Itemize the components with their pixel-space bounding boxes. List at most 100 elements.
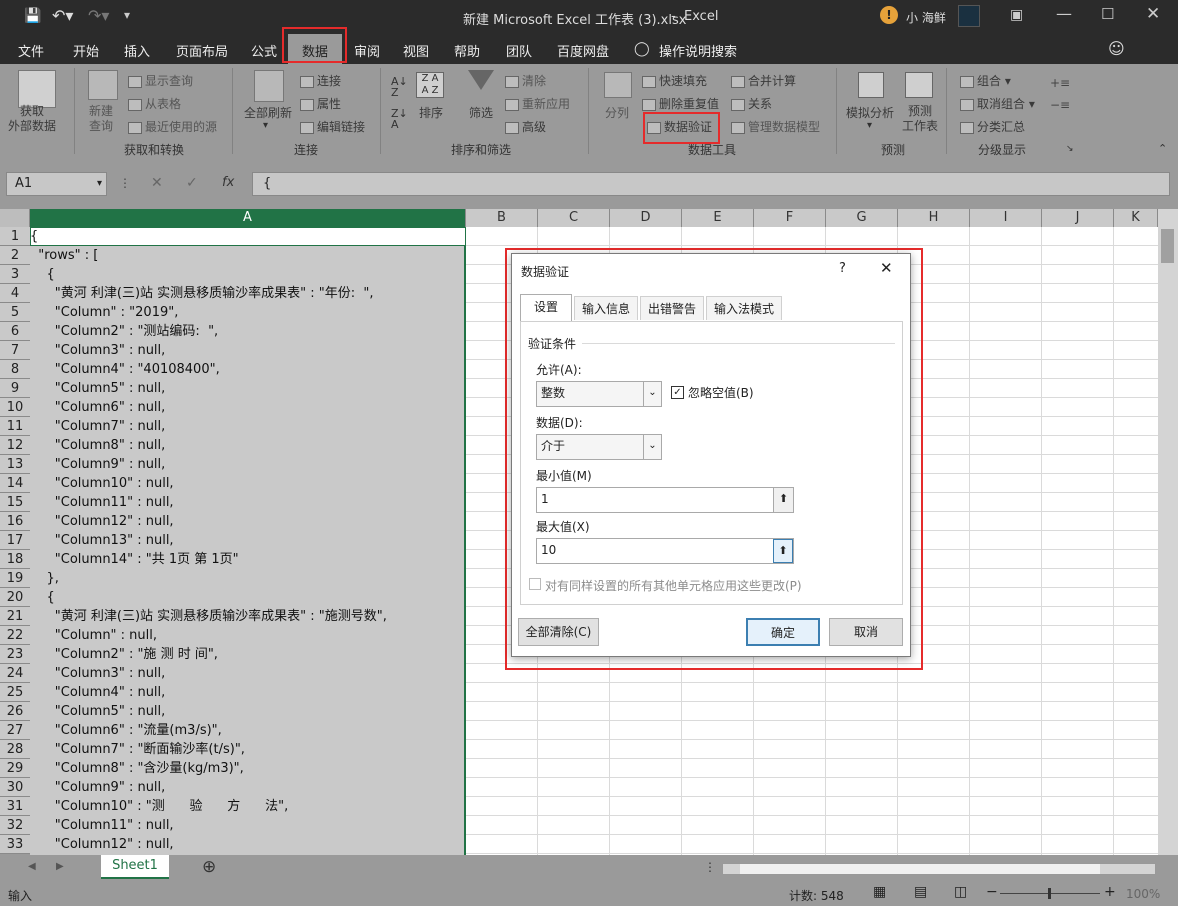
tell-me-search[interactable]: 操作说明搜索	[659, 41, 737, 60]
get-external-data-button[interactable]: 获取 外部数据	[8, 104, 56, 134]
row-header[interactable]: 11	[0, 417, 30, 436]
cancel-button[interactable]: 取消	[829, 618, 903, 646]
row-header[interactable]: 17	[0, 531, 30, 550]
tab-team[interactable]: 团队	[506, 41, 532, 60]
min-input[interactable]: 1 ⬆	[536, 487, 794, 513]
cell-a[interactable]: "Column9" : null,	[30, 778, 466, 797]
cell-a[interactable]: {	[30, 588, 466, 607]
tab-file[interactable]: 文件	[18, 41, 44, 60]
row-header[interactable]: 10	[0, 398, 30, 417]
add-sheet-icon[interactable]: ⊕	[202, 857, 216, 877]
sort-az-icon[interactable]: A↓ Z	[391, 76, 408, 98]
cell-a[interactable]: "Column10" : "测 验 方 法",	[30, 797, 466, 816]
normal-view-icon[interactable]: ▦	[873, 884, 886, 900]
dialog-launcher-icon[interactable]: ↘	[1066, 144, 1074, 154]
cell-a[interactable]: "Column8" : null,	[30, 436, 466, 455]
text-to-columns-icon[interactable]	[604, 72, 632, 98]
row-header[interactable]: 15	[0, 493, 30, 512]
share-person-icon[interactable]: ☺	[1108, 39, 1125, 58]
forecast-sheet-icon[interactable]	[905, 72, 933, 98]
tab-input-message[interactable]: 输入信息	[574, 296, 638, 320]
row-header[interactable]: 5	[0, 303, 30, 322]
cell-a[interactable]: {	[30, 265, 466, 284]
what-if-analysis-button[interactable]: 模拟分析	[846, 104, 894, 121]
cell-a[interactable]: "Column4" : "40108400",	[30, 360, 466, 379]
group-button[interactable]: 组合 ▾	[960, 72, 1011, 89]
data-select[interactable]: 介于 ⌄	[536, 434, 662, 460]
maximize-icon[interactable]: ☐	[1101, 5, 1114, 23]
cell-a[interactable]: {	[30, 227, 466, 246]
cell-a[interactable]: "Column7" : null,	[30, 417, 466, 436]
enter-check-icon[interactable]: ✓	[186, 175, 198, 191]
horizontal-scroll-thumb[interactable]	[740, 864, 1100, 874]
filter-button[interactable]: 筛选	[469, 104, 493, 121]
splitter-icon[interactable]: ⋮	[704, 860, 716, 874]
sort-dialog-icon[interactable]: Z AA Z	[416, 72, 444, 98]
connections-button[interactable]: 连接	[300, 72, 341, 89]
subtotal-button[interactable]: 分类汇总	[960, 118, 1025, 135]
cell-a[interactable]: },	[30, 569, 466, 588]
tab-formulas[interactable]: 公式	[251, 41, 277, 60]
cell-a[interactable]: "Column12" : null,	[30, 512, 466, 531]
row-header[interactable]: 19	[0, 569, 30, 588]
close-icon[interactable]: ✕	[1146, 4, 1160, 24]
row-header[interactable]: 16	[0, 512, 30, 531]
zoom-in-icon[interactable]: +	[1104, 884, 1116, 900]
help-button[interactable]: ?	[839, 261, 846, 276]
cell-a[interactable]: "Column11" : null,	[30, 493, 466, 512]
relationships-button[interactable]: 关系	[731, 95, 772, 112]
cell-a[interactable]: "Column5" : null,	[30, 702, 466, 721]
tab-page-layout[interactable]: 页面布局	[176, 41, 228, 60]
cell-a[interactable]: "Column12" : null,	[30, 835, 466, 854]
row-header[interactable]: 9	[0, 379, 30, 398]
cell-a[interactable]: "黄河 利津(三)站 实测悬移质输沙率成果表" : "施测号数",	[30, 607, 466, 626]
row-header[interactable]: 24	[0, 664, 30, 683]
row-header[interactable]: 20	[0, 588, 30, 607]
clear-filter-button[interactable]: 清除	[505, 72, 546, 89]
name-box[interactable]: A1 ▾	[6, 172, 107, 196]
column-header-k[interactable]: K	[1114, 209, 1158, 227]
row-header[interactable]: 27	[0, 721, 30, 740]
cell-a[interactable]: "黄河 利津(三)站 实测悬移质输沙率成果表" : "年份: ",	[30, 284, 466, 303]
tab-help[interactable]: 帮助	[454, 41, 480, 60]
row-header[interactable]: 26	[0, 702, 30, 721]
ribbon-display-icon[interactable]: ▣	[1010, 7, 1023, 23]
zoom-level[interactable]: 100%	[1126, 887, 1160, 901]
row-header[interactable]: 33	[0, 835, 30, 854]
row-header[interactable]: 7	[0, 341, 30, 360]
cell-a[interactable]: "Column" : "2019",	[30, 303, 466, 322]
cell-a[interactable]: "Column11" : null,	[30, 816, 466, 835]
column-header-g[interactable]: G	[826, 209, 898, 227]
page-layout-view-icon[interactable]: ▤	[914, 884, 927, 900]
from-table-button[interactable]: 从表格	[128, 95, 181, 112]
row-header[interactable]: 13	[0, 455, 30, 474]
cell-a[interactable]: "rows" : [	[30, 246, 466, 265]
customize-toolbar-icon[interactable]: ▾	[124, 8, 130, 22]
warning-icon[interactable]: !	[880, 6, 898, 24]
row-header[interactable]: 21	[0, 607, 30, 626]
column-header-a[interactable]: A	[30, 209, 466, 227]
tab-error-alert[interactable]: 出错警告	[640, 296, 704, 320]
dropdown-arrow-icon[interactable]: ▾	[867, 120, 872, 131]
cell-a[interactable]: "Column10" : null,	[30, 474, 466, 493]
cell-a[interactable]: "Column8" : "含沙量(kg/m3)",	[30, 759, 466, 778]
tab-ime-mode[interactable]: 输入法模式	[706, 296, 782, 320]
column-header-h[interactable]: H	[898, 209, 970, 227]
new-query-button[interactable]: 新建 查询	[89, 104, 113, 134]
collapse-ribbon-icon[interactable]: ⌃	[1158, 142, 1167, 155]
show-queries-button[interactable]: 显示查询	[128, 72, 193, 89]
cell-a[interactable]: "Column6" : null,	[30, 398, 466, 417]
zoom-slider-thumb[interactable]	[1048, 888, 1051, 899]
chevron-down-icon[interactable]: ⌄	[643, 435, 661, 459]
ok-button[interactable]: 确定	[746, 618, 820, 646]
new-query-icon[interactable]	[88, 70, 118, 100]
row-header[interactable]: 8	[0, 360, 30, 379]
row-header[interactable]: 2	[0, 246, 30, 265]
minimize-icon[interactable]: —	[1056, 4, 1072, 23]
cell-a[interactable]: "Column4" : null,	[30, 683, 466, 702]
advanced-filter-button[interactable]: 高级	[505, 118, 546, 135]
what-if-icon[interactable]	[858, 72, 884, 98]
undo-icon[interactable]: ↶▾	[52, 6, 73, 25]
cell-a[interactable]: "Column" : null,	[30, 626, 466, 645]
select-all-corner[interactable]	[0, 209, 30, 227]
